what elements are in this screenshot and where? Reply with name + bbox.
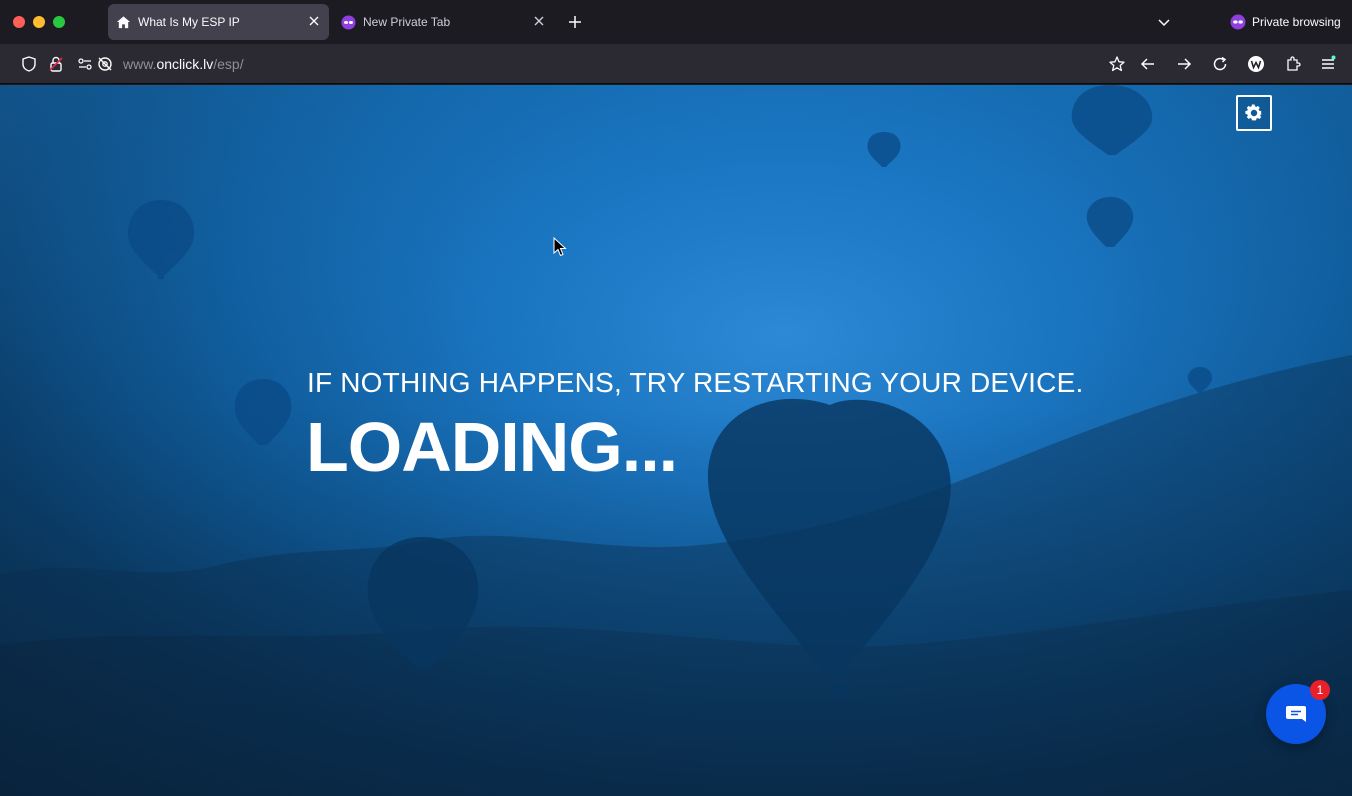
tab-new-private-tab[interactable]: New Private Tab [333,4,554,40]
unread-count-badge: 1 [1310,680,1330,700]
private-browsing-label: Private browsing [1252,15,1341,29]
url-prefix: www. [123,56,157,72]
close-window-button[interactable] [13,16,25,28]
loading-subtitle: IF NOTHING HAPPENS, TRY RESTARTING YOUR … [307,367,1084,398]
permissions-icon[interactable] [76,55,94,73]
lock-warning-icon[interactable] [47,55,65,73]
minimize-window-button[interactable] [33,16,45,28]
zoom-window-button[interactable] [53,16,65,28]
tab-what-is-my-esp-ip[interactable]: What Is My ESP IP [108,4,329,40]
private-mask-icon [341,15,356,30]
back-arrow-icon[interactable] [1139,55,1157,73]
navigation-toolbar: www.onclick.lv/esp/ [0,44,1352,84]
private-mask-icon [1230,14,1246,30]
close-tab-icon[interactable] [532,14,546,28]
close-tab-icon[interactable] [307,14,321,28]
forward-arrow-icon[interactable] [1175,55,1193,73]
tab-title: What Is My ESP IP [138,15,240,29]
new-tab-plus-icon[interactable] [566,13,584,31]
home-icon [116,16,131,29]
url-host: onclick.lv [156,56,214,72]
tracking-blocked-icon[interactable] [96,55,114,73]
extension-w-icon[interactable] [1247,55,1265,73]
tab-title: New Private Tab [363,15,451,29]
private-browsing-indicator: Private browsing [1230,12,1341,32]
address-bar-url[interactable]: www.onclick.lv/esp/ [123,56,244,72]
shield-icon[interactable] [20,55,38,73]
browser-titlebar: What Is My ESP IP New Private Tab Privat… [0,0,1352,44]
bookmark-star-icon[interactable] [1108,55,1126,73]
page-viewport: IF NOTHING HAPPENS, TRY RESTARTING YOUR … [0,85,1352,796]
url-path: /esp/ [213,56,244,72]
loading-title: LOADING... [306,408,678,486]
reload-icon[interactable] [1211,55,1229,73]
menu-icon[interactable] [1319,55,1337,73]
mouse-cursor-icon [553,237,567,257]
chat-bubble-icon [1286,706,1306,722]
extensions-puzzle-icon[interactable] [1284,55,1302,73]
settings-button[interactable] [1236,95,1272,131]
gear-icon [1245,104,1263,121]
chevron-down-icon[interactable] [1156,14,1172,30]
